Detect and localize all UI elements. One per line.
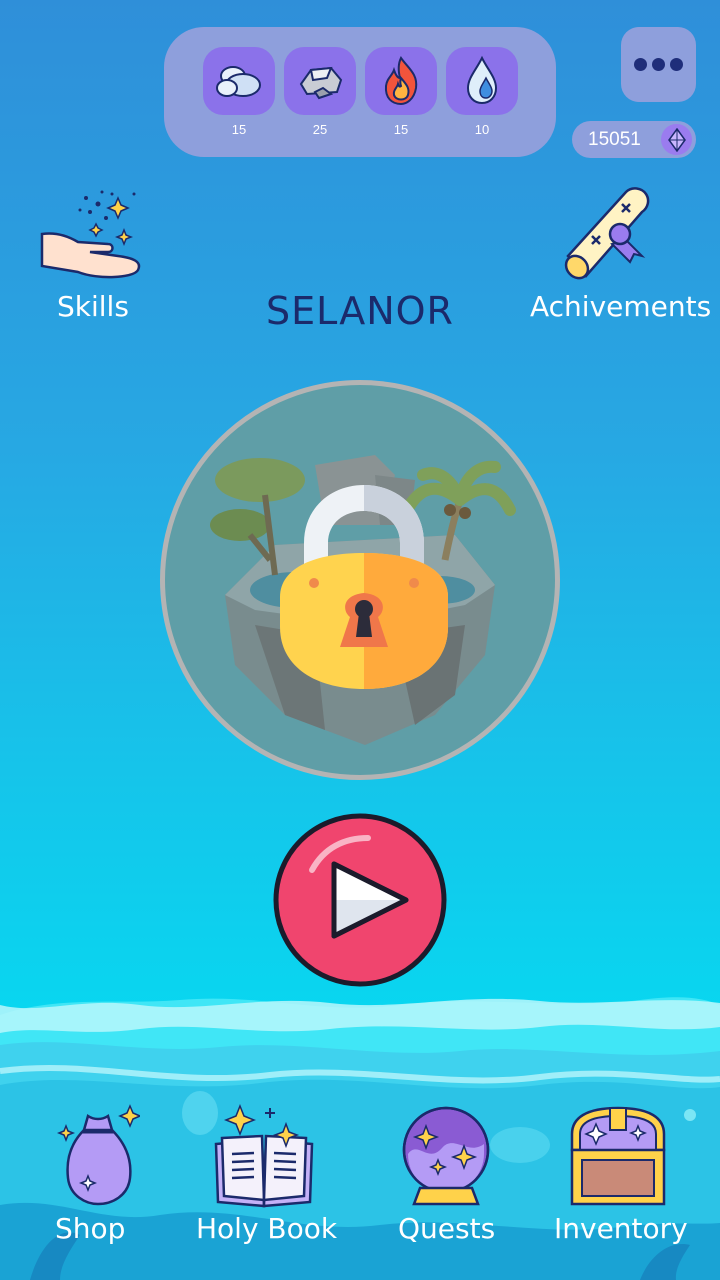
fire-tile xyxy=(365,47,437,115)
resource-water[interactable]: 10 xyxy=(446,47,518,137)
more-menu-button[interactable] xyxy=(621,27,696,102)
resource-count: 15 xyxy=(393,122,409,137)
nav-quests-label: Quests xyxy=(398,1212,496,1245)
nav-shop-label: Shop xyxy=(55,1212,126,1245)
padlock-icon xyxy=(280,485,448,689)
cloud-icon xyxy=(216,66,261,97)
play-icon xyxy=(273,813,447,987)
rock-tile xyxy=(284,47,356,115)
rock-icon xyxy=(299,66,343,100)
currency-value: 15051 xyxy=(588,129,641,150)
nav-inventory-label: Inventory xyxy=(554,1212,688,1245)
world-island-locked[interactable] xyxy=(160,380,560,780)
more-dot xyxy=(652,58,665,71)
currency-pill[interactable]: 15051 xyxy=(572,121,696,158)
water-drop-icon xyxy=(466,55,498,105)
more-dot xyxy=(670,58,683,71)
resource-rock[interactable]: 25 xyxy=(284,47,356,137)
resource-count: 10 xyxy=(474,122,490,137)
world-title: SELANOR xyxy=(266,289,454,333)
fire-icon xyxy=(384,56,418,106)
nav-holy-book[interactable]: Holy Book xyxy=(196,1104,338,1254)
resource-cloud[interactable]: 15 xyxy=(203,47,275,137)
water-tile xyxy=(446,47,518,115)
nav-inventory[interactable]: Inventory xyxy=(552,1104,688,1254)
scroll-icon xyxy=(564,187,650,280)
crystal-gem-icon xyxy=(661,124,692,155)
treasure-chest-icon xyxy=(570,1106,666,1206)
magic-hand-icon xyxy=(40,190,141,279)
nav-quests[interactable]: Quests xyxy=(392,1104,502,1254)
resource-count: 15 xyxy=(231,122,247,137)
resource-panel: 15 25 15 10 xyxy=(164,27,556,157)
open-book-icon xyxy=(214,1104,314,1208)
nav-shop[interactable]: Shop xyxy=(44,1104,144,1254)
crystal-ball-icon xyxy=(402,1106,490,1206)
cloud-tile xyxy=(203,47,275,115)
nav-holy-book-label: Holy Book xyxy=(196,1212,338,1245)
money-bag-icon xyxy=(56,1104,140,1206)
more-dots-icon xyxy=(634,58,647,71)
resource-fire[interactable]: 15 xyxy=(365,47,437,137)
play-button[interactable] xyxy=(272,812,448,988)
resource-count: 25 xyxy=(312,122,328,137)
